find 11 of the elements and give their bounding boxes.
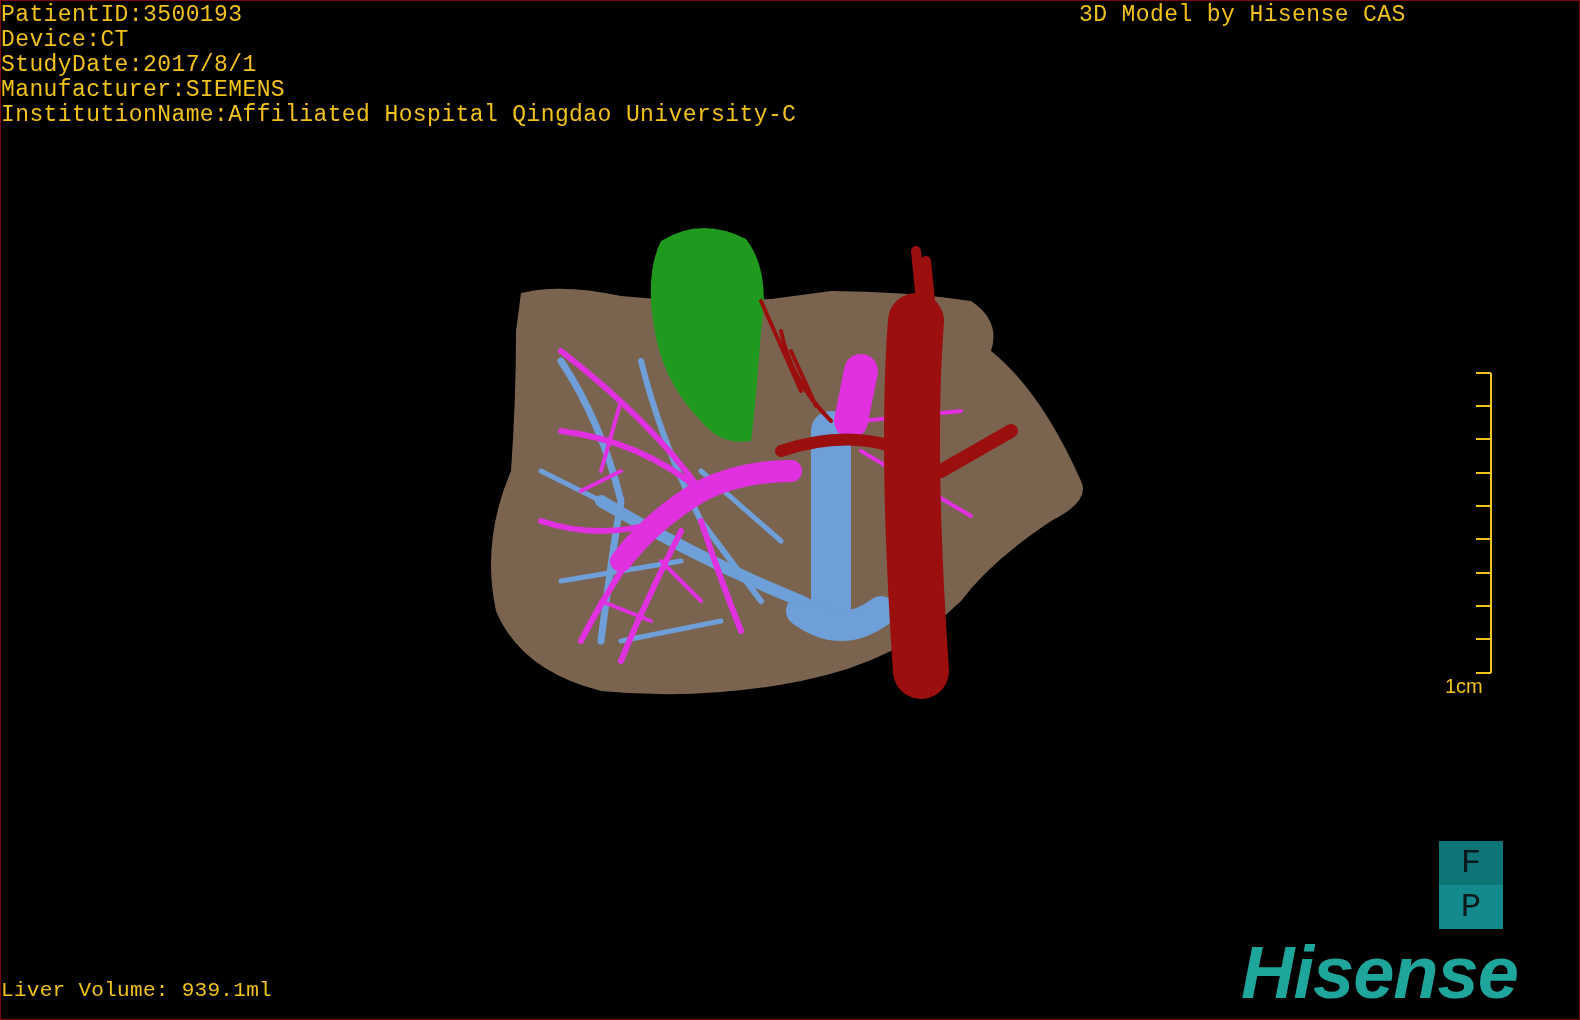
orientation-cube-face[interactable]: F: [1439, 841, 1503, 885]
brand-logo: Hisense: [1241, 937, 1518, 1009]
patient-info-line: Device:CT: [1, 28, 129, 53]
patient-info-line: InstitutionName:Affiliated Hospital Qingdao University-C: [1, 103, 797, 128]
liver-volume-text: Liver Volume: 939.1ml: [1, 978, 272, 1003]
orientation-cube-face[interactable]: P: [1439, 885, 1503, 929]
patient-info-line: StudyDate:2017/8/1: [1, 53, 257, 78]
viewer-title: 3D Model by Hisense CAS: [1079, 3, 1406, 28]
patient-info-line: Manufacturer:SIEMENS: [1, 78, 286, 103]
scale-label: 1cm: [1445, 675, 1483, 697]
patient-info-line: PatientID:3500193: [1, 3, 243, 28]
